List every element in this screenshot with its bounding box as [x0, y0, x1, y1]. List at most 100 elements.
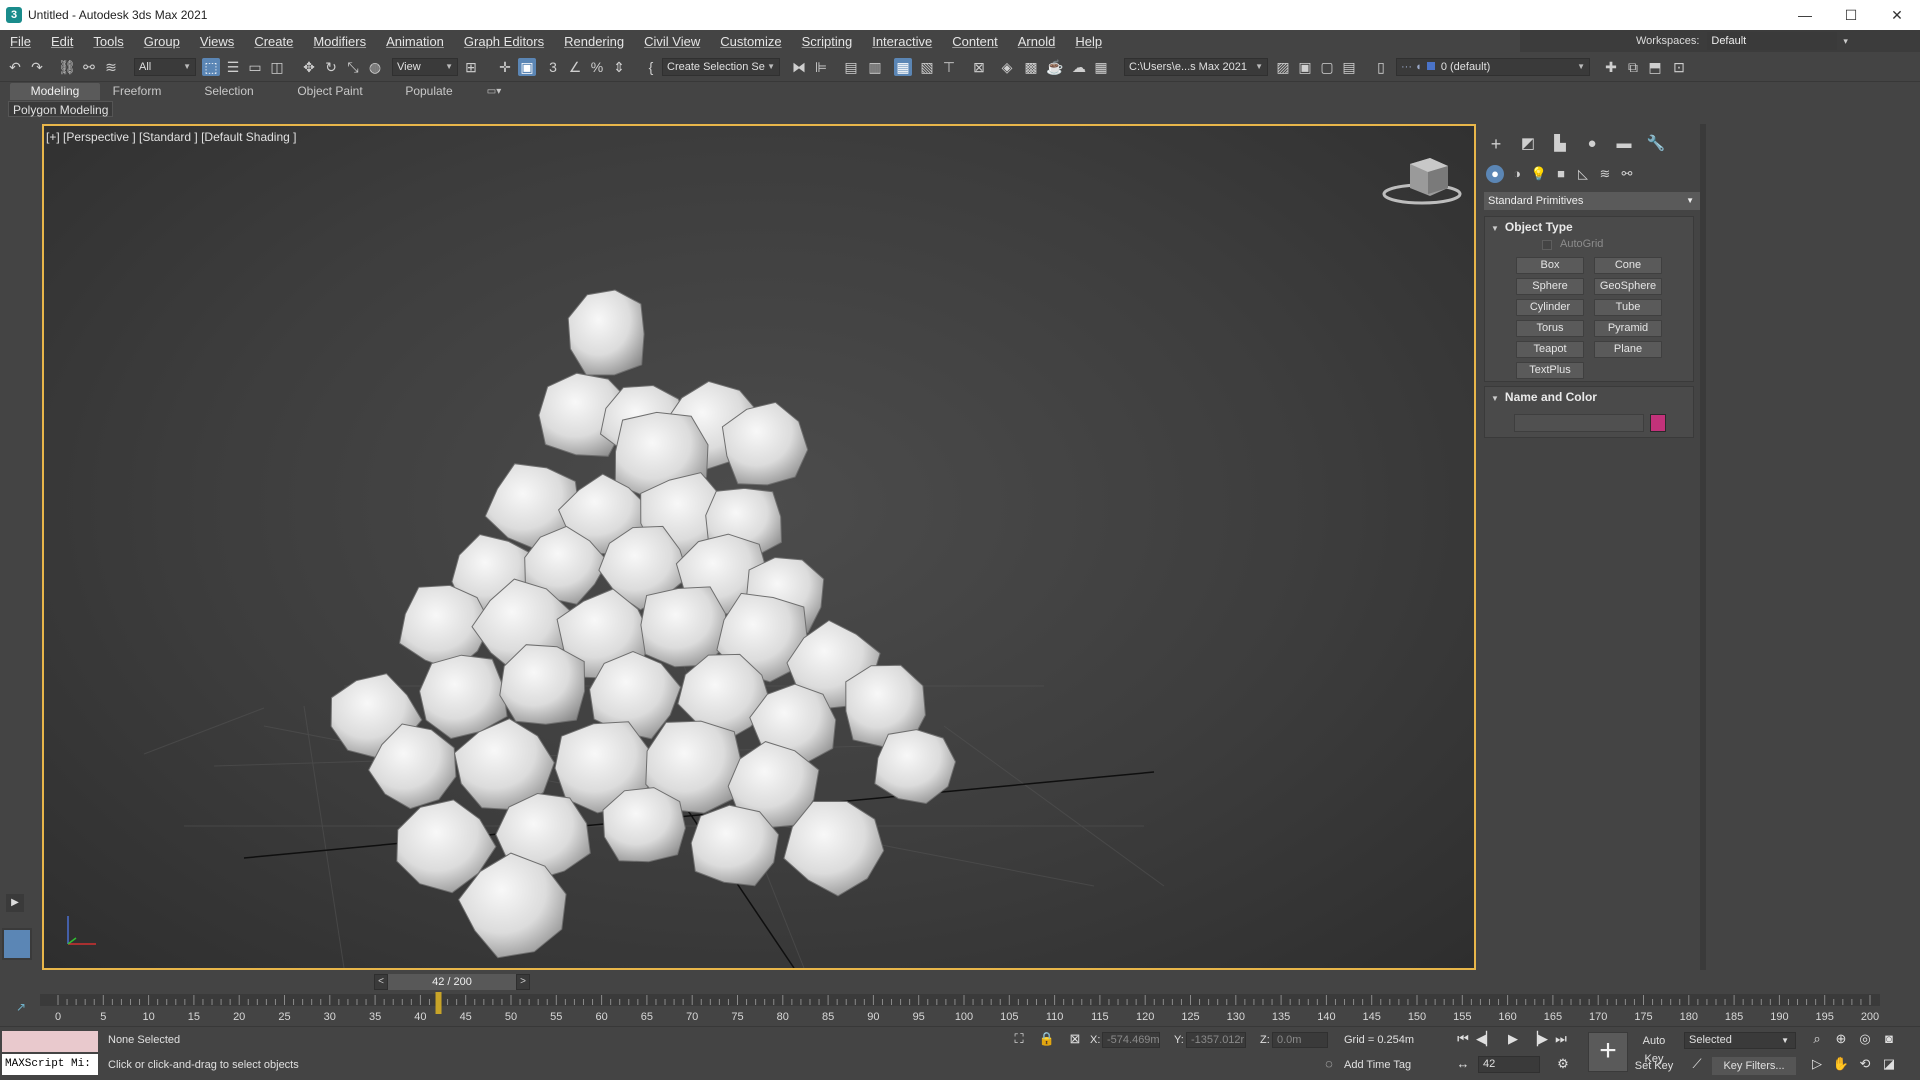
perspective-viewport[interactable]: [+] [Perspective ] [Standard ] [Default … — [42, 124, 1476, 970]
tube-button[interactable]: Tube — [1594, 299, 1662, 316]
render-in-cloud-icon[interactable]: ☁ — [1070, 58, 1088, 76]
motion-tab-icon[interactable]: ● — [1582, 134, 1602, 154]
snap-icon[interactable]: 3 — [544, 58, 562, 76]
isolate-selection-icon[interactable]: ⛶ — [1010, 1031, 1028, 1047]
torus-button[interactable]: Torus — [1516, 320, 1584, 337]
auto-key-button[interactable]: Auto Key — [1632, 1032, 1676, 1065]
move-icon[interactable]: ✥ — [300, 58, 318, 76]
polygon-modeling-panel[interactable]: Polygon Modeling — [8, 101, 114, 117]
create-tab-icon[interactable]: + — [1486, 134, 1506, 154]
edit-named-selection-icon[interactable]: { — [642, 58, 660, 76]
maximize-button[interactable]: ☐ — [1828, 0, 1874, 30]
lights-icon[interactable]: 💡 — [1530, 165, 1548, 183]
zoom-icon[interactable]: ⌕ — [1808, 1031, 1826, 1047]
rotate-icon[interactable]: ↻ — [322, 58, 340, 76]
named-selection-dropdown[interactable]: Create Selection Se ▼ — [662, 58, 780, 76]
project-folder-dropdown[interactable]: C:\Users\e...s Max 2021 ▼ — [1124, 58, 1268, 76]
helpers-icon[interactable]: ◺ — [1574, 165, 1592, 183]
command-panel-scrollbar[interactable] — [1700, 124, 1706, 970]
ribbon-tab-populate[interactable]: Populate — [392, 83, 466, 100]
set-key-button[interactable]: Set Key — [1632, 1057, 1676, 1075]
cone-button[interactable]: Cone — [1594, 257, 1662, 274]
current-frame-field[interactable]: 42 — [1478, 1056, 1540, 1073]
render-setup-icon[interactable]: ◈ — [998, 58, 1016, 76]
systems-icon[interactable]: ⚯ — [1618, 165, 1636, 183]
time-tag-icon[interactable]: ◌ — [1320, 1056, 1338, 1071]
chevron-down-icon[interactable]: ▾ — [1843, 36, 1848, 47]
textplus-button[interactable]: TextPlus — [1516, 362, 1584, 379]
layer-manager-icon[interactable]: ▯ — [1372, 58, 1390, 76]
key-filters-button[interactable]: Key Filters... — [1712, 1057, 1796, 1075]
ribbon-options-icon[interactable]: ▭▾ — [480, 83, 508, 100]
workspaces-dropdown[interactable]: Default — [1707, 32, 1838, 50]
default-in-out-tangents-icon[interactable]: ⟋ — [1688, 1056, 1706, 1072]
ribbon-tab-freeform[interactable]: Freeform — [100, 83, 174, 100]
viewport-label-menu[interactable]: [+] [Perspective ] [Standard ] [Default … — [46, 130, 296, 144]
time-configuration-gear-icon[interactable]: ⚙ — [1554, 1056, 1572, 1072]
teapot-button[interactable]: Teapot — [1516, 341, 1584, 358]
modify-tab-icon[interactable]: ◩ — [1518, 134, 1538, 154]
menu-arnold[interactable]: Arnold — [1008, 34, 1066, 49]
menu-modifiers[interactable]: Modifiers — [303, 34, 376, 49]
set-keys-button[interactable]: + — [1588, 1032, 1628, 1072]
menu-views[interactable]: Views — [190, 34, 244, 49]
cameras-icon[interactable]: ■ — [1552, 165, 1570, 183]
layer-dropdown[interactable]: ··· ◖ 0 (default) ▼ — [1396, 58, 1590, 76]
unlink-icon[interactable]: ⚯ — [80, 58, 98, 76]
place-icon[interactable]: ◍ — [366, 58, 384, 76]
menu-graph-editors[interactable]: Graph Editors — [454, 34, 554, 49]
object-name-field[interactable] — [1514, 414, 1644, 432]
pan-view-icon[interactable]: ✋ — [1832, 1056, 1850, 1072]
selection-filter-dropdown[interactable]: All ▼ — [134, 58, 196, 76]
spinner-snap-icon[interactable]: ⇕ — [610, 58, 628, 76]
key-mode-dropdown[interactable]: Selected ▼ — [1684, 1032, 1796, 1049]
time-configuration-icon[interactable]: ↔ — [1454, 1056, 1472, 1071]
time-slider-prev-button[interactable]: < — [374, 974, 388, 990]
scene-state-icon[interactable]: ▨ — [1274, 58, 1292, 76]
field-of-view-icon[interactable]: ▷ — [1808, 1056, 1826, 1072]
set-current-layer-icon[interactable]: ⊡ — [1670, 58, 1688, 76]
shapes-icon[interactable]: ◑ — [1508, 165, 1526, 183]
schematic-view-icon[interactable]: ⊤ — [940, 58, 958, 76]
time-slider[interactable]: < 42 / 200 > — [374, 974, 530, 990]
go-to-start-icon[interactable]: ⏮ — [1454, 1031, 1472, 1047]
menu-edit[interactable]: Edit — [41, 34, 83, 49]
curve-editor-icon[interactable]: ▧ — [918, 58, 936, 76]
close-button[interactable]: ✕ — [1874, 0, 1920, 30]
menu-content[interactable]: Content — [942, 34, 1008, 49]
pyramid-button[interactable]: Pyramid — [1594, 320, 1662, 337]
next-frame-icon[interactable]: ▕▶ — [1528, 1031, 1548, 1047]
scene-explorer-icon[interactable]: ▤ — [842, 58, 860, 76]
link-icon[interactable]: ⛓ — [58, 58, 76, 76]
space-warps-icon[interactable]: ≋ — [1596, 165, 1614, 183]
menu-customize[interactable]: Customize — [710, 34, 791, 49]
angle-snap-icon[interactable]: ∠ — [566, 58, 584, 76]
menu-tools[interactable]: Tools — [83, 34, 133, 49]
hierarchy-tab-icon[interactable]: ▙ — [1550, 134, 1570, 154]
zoom-extents-all-icon[interactable]: ◙ — [1880, 1031, 1898, 1046]
minimize-button[interactable]: — — [1782, 0, 1828, 30]
ribbon-tab-selection[interactable]: Selection — [190, 83, 268, 100]
menu-help[interactable]: Help — [1065, 34, 1112, 49]
absolute-mode-icon[interactable]: ⊠ — [1066, 1031, 1084, 1047]
layer-add-icon[interactable]: ▣ — [1296, 58, 1314, 76]
display-tab-icon[interactable]: ▬ — [1614, 134, 1634, 154]
window-crossing-icon[interactable]: ◫ — [268, 58, 286, 76]
box-button[interactable]: Box — [1516, 257, 1584, 274]
create-new-layer-icon[interactable]: ✚ — [1602, 58, 1620, 76]
mirror-icon[interactable]: ⧓ — [790, 58, 808, 76]
go-to-end-icon[interactable]: ⏭ — [1552, 1031, 1570, 1047]
cylinder-button[interactable]: Cylinder — [1516, 299, 1584, 316]
rectangular-selection-icon[interactable]: ▭ — [246, 58, 264, 76]
primitive-type-dropdown[interactable]: Standard Primitives ▼ — [1484, 192, 1700, 210]
align-icon[interactable]: ⊫ — [812, 58, 830, 76]
layer-remove-icon[interactable]: ▢ — [1318, 58, 1336, 76]
redo-icon[interactable]: ↷ — [28, 58, 46, 76]
reference-coordinate-dropdown[interactable]: View ▼ — [392, 58, 458, 76]
select-objects-in-layer-icon[interactable]: ⬒ — [1646, 58, 1664, 76]
y-coordinate-field[interactable]: -1357.012r — [1186, 1032, 1246, 1048]
rendered-frame-icon[interactable]: ▩ — [1022, 58, 1040, 76]
x-coordinate-field[interactable]: -574.469m — [1102, 1032, 1160, 1048]
object-color-swatch[interactable] — [1650, 414, 1666, 432]
zoom-all-icon[interactable]: ⊕ — [1832, 1031, 1850, 1047]
